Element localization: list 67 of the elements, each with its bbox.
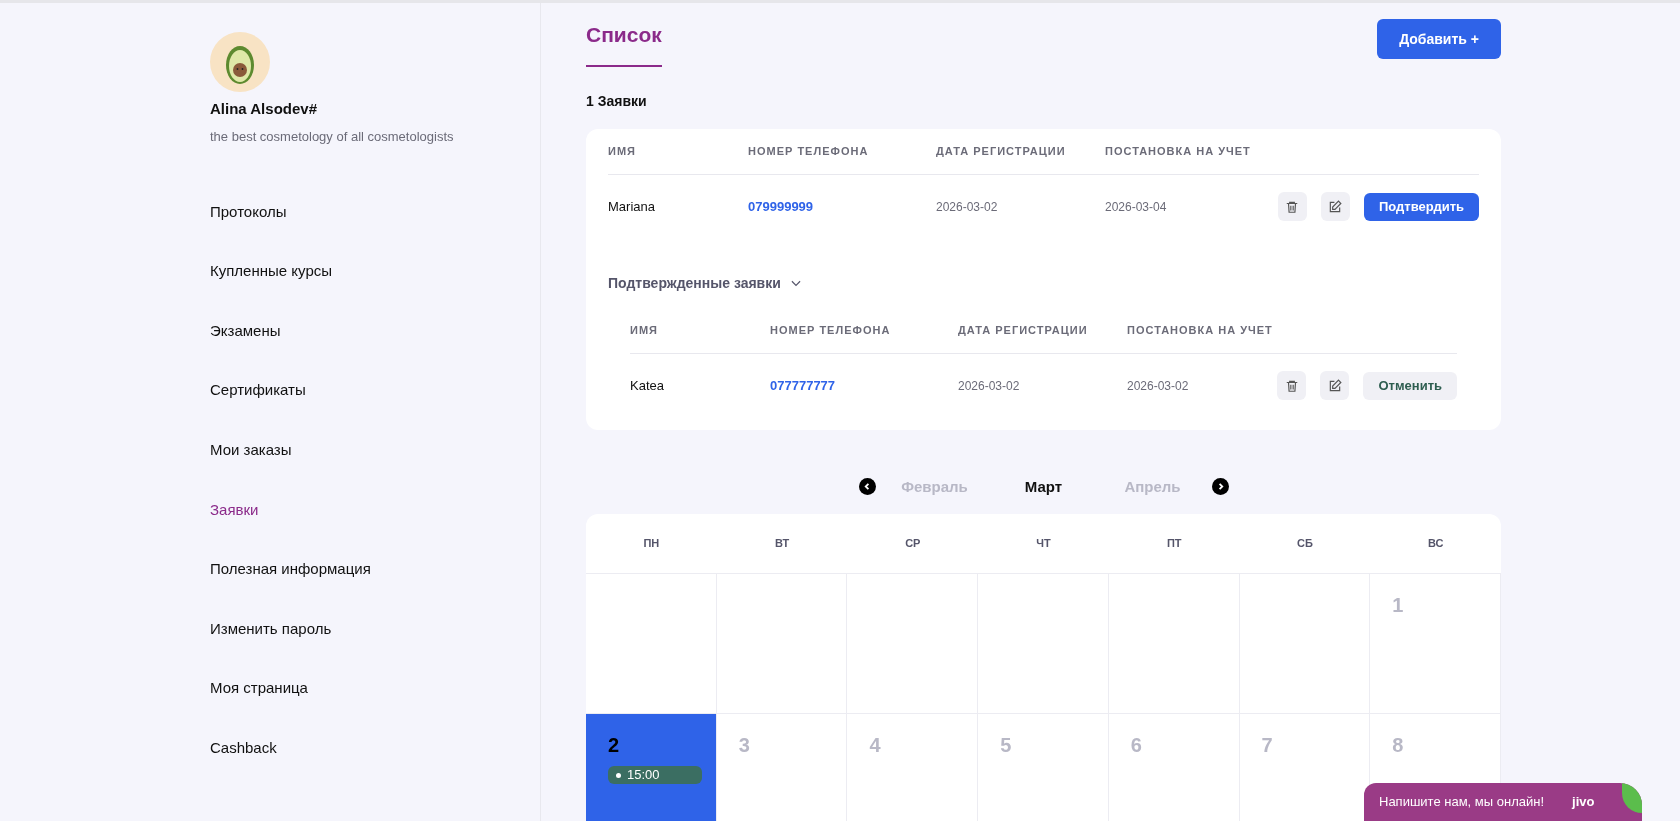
name-cell-text: Mariana <box>608 197 656 216</box>
day-number: 4 <box>869 733 881 758</box>
profile-tagline: the best cosmetology of all cosmetologists <box>210 127 455 146</box>
previous-month-button[interactable] <box>858 478 876 496</box>
day-number: 1 <box>1392 593 1404 618</box>
weekday-label: ВС <box>1426 536 1445 552</box>
next-month-button[interactable] <box>1211 478 1229 496</box>
name-cell-text: Katea <box>630 376 665 395</box>
day-number: 2 <box>608 733 620 758</box>
add-button[interactable]: Добавить + <box>1377 19 1501 59</box>
edit-button[interactable] <box>1320 371 1350 400</box>
confirm-button[interactable]: Подтвердить <box>1364 192 1479 221</box>
weekday-label: ЧТ <box>1035 536 1052 552</box>
delete-button[interactable] <box>1278 192 1307 221</box>
chat-popup[interactable]: Напишите нам, мы онлайн! jivo <box>1364 783 1642 821</box>
column-header: ИМЯ <box>630 322 659 338</box>
confirmed-toggle[interactable]: Подтвержденные заявки <box>608 272 803 294</box>
trash-icon <box>1284 378 1299 393</box>
weekday-label: СБ <box>1296 536 1314 552</box>
sidebar-item[interactable]: Полезная информация <box>210 539 540 600</box>
day-number: 7 <box>1261 733 1273 758</box>
phone-link[interactable]: 079999999 <box>748 196 936 217</box>
avatar-icon <box>210 32 270 92</box>
delete-button[interactable] <box>1277 371 1307 400</box>
day-number: 6 <box>1130 733 1142 758</box>
cancel-button[interactable]: Отменить <box>1363 371 1457 400</box>
sidebar-item[interactable]: Заявки <box>210 479 540 540</box>
sidebar-item[interactable]: Экзамены <box>210 301 540 361</box>
column-header: НОМЕР ТЕЛЕФОНА <box>748 143 870 159</box>
column-header: ПОСТАНОВКА НА УЧЕТ <box>1127 322 1274 338</box>
sidebar-item[interactable]: Cashback <box>210 718 540 778</box>
date-cell-text: 2026-03-02 <box>958 377 1021 395</box>
weekday-label: ПТ <box>1165 536 1183 552</box>
sidebar-item[interactable]: Протоколы <box>210 182 540 242</box>
weekday-label: СР <box>904 536 922 552</box>
sidebar-item[interactable]: Сертификаты <box>210 360 540 421</box>
chat-brand: jivo <box>1572 793 1595 812</box>
weekday-label: ВТ <box>773 536 791 552</box>
profile-name: Alina Alsodev# <box>210 99 318 119</box>
request-count: 1 Заявки <box>586 91 648 111</box>
sidebar-item[interactable]: Изменить пароль <box>210 599 540 659</box>
edit-icon <box>1327 378 1342 393</box>
column-header: ПОСТАНОВКА НА УЧЕТ <box>1105 143 1252 159</box>
date-cell-text: 2026-03-02 <box>936 198 999 216</box>
month-tab[interactable]: Март <box>993 475 1094 498</box>
sidebar-item[interactable]: Моя страница <box>210 658 540 719</box>
date-cell-text: 2026-03-04 <box>1105 198 1168 216</box>
edit-icon <box>1328 199 1343 214</box>
day-cell[interactable]: 2 15:00 <box>586 714 717 821</box>
column-header: ДАТА РЕГИСТРАЦИИ <box>936 143 1067 159</box>
edit-button[interactable] <box>1321 192 1350 221</box>
column-header: НОМЕР ТЕЛЕФОНА <box>770 322 892 338</box>
chat-label: Напишите нам, мы онлайн! <box>1379 793 1544 812</box>
day-number: 3 <box>738 733 750 758</box>
sidebar-item[interactable]: Купленные курсы <box>210 241 540 302</box>
chevron-left-icon <box>862 482 872 492</box>
date-cell-text: 2026-03-02 <box>1127 377 1190 395</box>
phone-link[interactable]: 077777777 <box>770 375 958 396</box>
weekday-label: ПН <box>642 536 661 552</box>
day-number: 8 <box>1392 733 1404 758</box>
column-header: ИМЯ <box>608 143 637 159</box>
column-header: ДАТА РЕГИСТРАЦИИ <box>958 322 1089 338</box>
trash-icon <box>1285 199 1300 214</box>
event-chip[interactable]: 15:00 <box>608 766 702 784</box>
day-number: 5 <box>1000 733 1012 758</box>
page-title: Список <box>586 19 662 67</box>
sidebar-item[interactable]: Мои заказы <box>210 420 540 480</box>
